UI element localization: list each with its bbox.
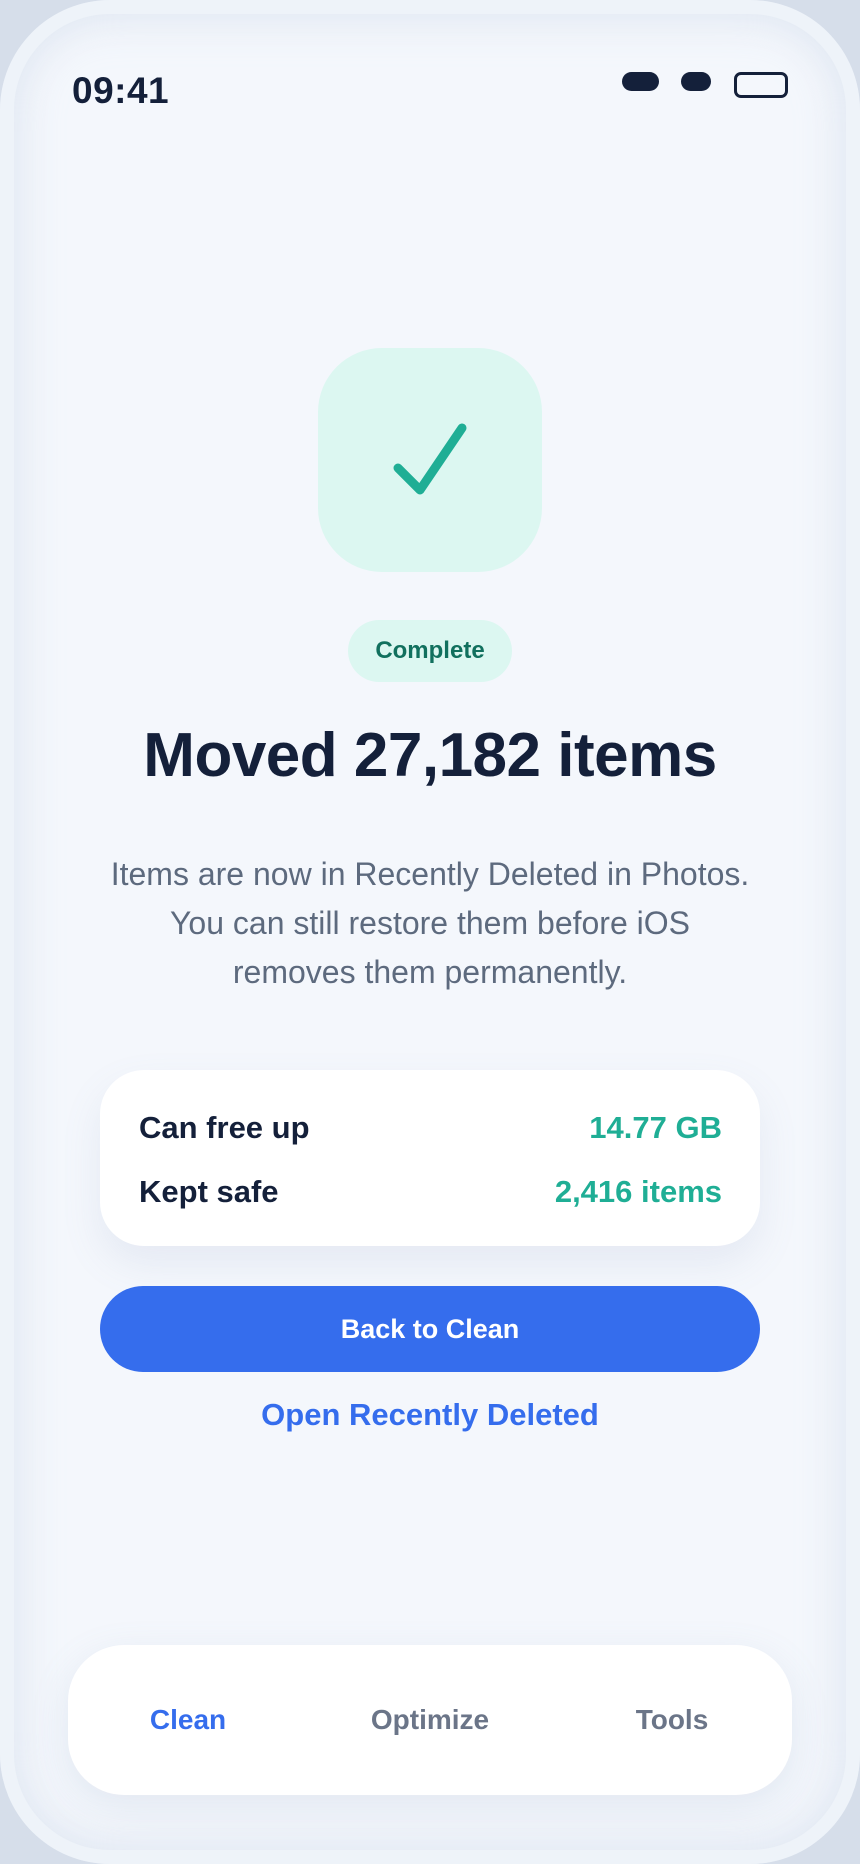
success-icon-tile xyxy=(318,348,542,572)
tab-clean[interactable]: Clean xyxy=(88,1645,288,1795)
stat-row: Can free up 14.77 GB xyxy=(139,1108,722,1148)
stat-label: Kept safe xyxy=(139,1174,279,1209)
tab-optimize[interactable]: Optimize xyxy=(330,1645,530,1795)
stat-value: 14.77 GB xyxy=(589,1110,722,1145)
phone-screen: 09:41 Complete Moved 27,182 items Items … xyxy=(0,0,860,1864)
stats-card: Can free up 14.77 GB Kept safe 2,416 ite… xyxy=(100,1070,760,1246)
status-icons xyxy=(622,72,788,98)
back-to-clean-button[interactable]: Back to Clean xyxy=(100,1286,760,1372)
wifi-icon xyxy=(681,72,711,91)
stat-value: 2,416 items xyxy=(554,1174,722,1209)
checkmark-icon xyxy=(393,423,467,495)
status-badge: Complete xyxy=(348,620,512,682)
page-title: Moved 27,182 items xyxy=(143,721,717,790)
stat-row: Kept safe 2,416 items xyxy=(139,1172,722,1212)
stat-label: Can free up xyxy=(139,1110,310,1145)
signal-icon xyxy=(622,72,659,91)
open-recently-deleted-link[interactable]: Open Recently Deleted xyxy=(0,1397,860,1433)
battery-icon xyxy=(734,72,788,98)
tab-bar: Clean Optimize Tools xyxy=(68,1645,792,1795)
status-time: 09:41 xyxy=(72,70,170,111)
tab-tools[interactable]: Tools xyxy=(572,1645,772,1795)
description-text: Items are now in Recently Deleted in Pho… xyxy=(110,856,750,990)
